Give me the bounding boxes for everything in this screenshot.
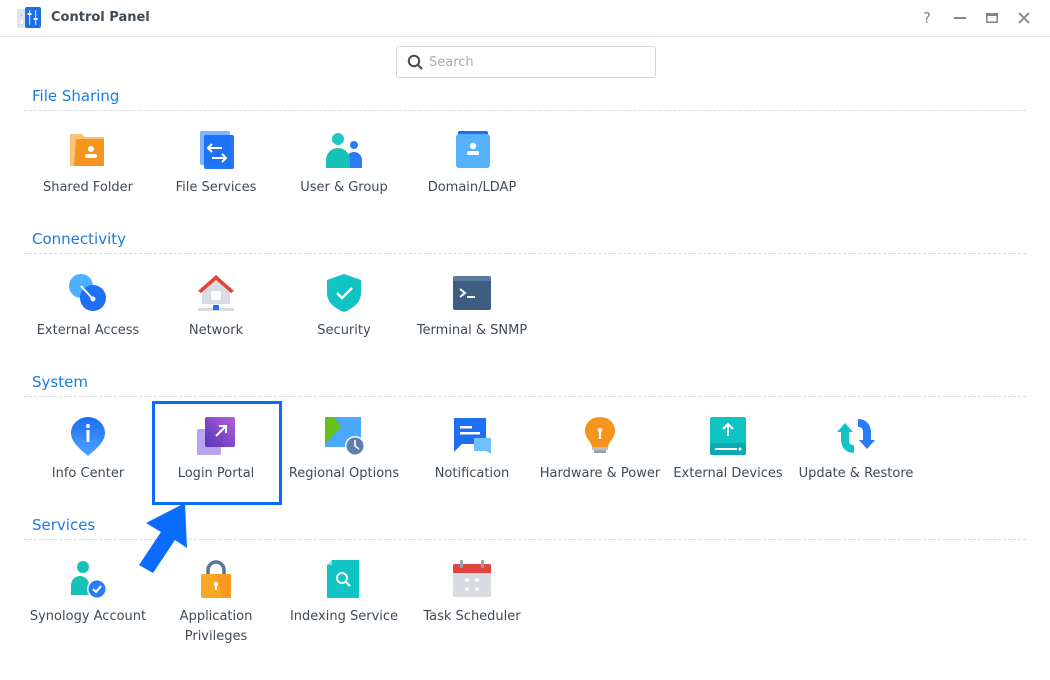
application-privileges-icon: [201, 560, 231, 598]
item-label: Info Center: [51, 466, 125, 481]
shared-folder-icon: [70, 134, 104, 166]
title-bar: Control Panel ?: [0, 0, 1050, 37]
search-box[interactable]: [396, 46, 656, 78]
section-title-system: System: [32, 373, 88, 391]
close-icon: [1018, 12, 1030, 24]
task-scheduler-icon: [453, 560, 491, 597]
item-label: Login Portal: [177, 466, 255, 481]
network-icon: [198, 275, 234, 311]
item-indexing-service[interactable]: Indexing Service: [280, 559, 408, 659]
regional-options-icon: [325, 417, 364, 456]
external-devices-icon: [710, 417, 746, 455]
item-label: Security: [317, 323, 371, 338]
section-divider: [24, 253, 1026, 254]
item-user-group[interactable]: User & Group: [280, 130, 408, 230]
item-label: Network: [188, 323, 244, 338]
item-network[interactable]: Network: [152, 273, 280, 373]
item-label: Notification: [434, 466, 510, 481]
hardware-power-icon: [585, 417, 615, 453]
item-label: Shared Folder: [42, 180, 134, 195]
item-external-access[interactable]: External Access: [24, 273, 152, 373]
item-label: Domain/LDAP: [427, 180, 517, 195]
maximize-button[interactable]: [983, 9, 1001, 27]
minimize-icon: [954, 17, 966, 19]
item-label: External Access: [36, 323, 140, 338]
item-notification[interactable]: Notification: [408, 416, 536, 516]
terminal-icon: [453, 276, 491, 310]
close-button[interactable]: [1015, 9, 1033, 27]
notification-icon: [454, 418, 491, 454]
item-label: Task Scheduler: [423, 609, 521, 624]
item-label: Update & Restore: [798, 466, 914, 481]
item-external-devices[interactable]: External Devices: [664, 416, 792, 516]
item-application-privileges[interactable]: Application Privileges: [152, 559, 280, 659]
item-label: Regional Options: [288, 466, 400, 481]
item-label: Synology Account: [29, 609, 147, 624]
search-icon: [407, 54, 423, 70]
domain-ldap-icon: [456, 131, 490, 168]
section-divider: [24, 539, 1026, 540]
item-security[interactable]: Security: [280, 273, 408, 373]
section-divider: [24, 110, 1026, 111]
item-label: External Devices: [673, 466, 783, 481]
item-label: Hardware & Power: [539, 466, 661, 481]
item-login-portal[interactable]: Login Portal: [152, 416, 280, 516]
update-restore-icon: [837, 419, 875, 453]
security-shield-icon: [327, 274, 361, 312]
info-center-icon: [71, 417, 105, 456]
item-file-services[interactable]: File Services: [152, 130, 280, 230]
item-label: Indexing Service: [289, 609, 399, 624]
maximize-icon: [986, 13, 998, 23]
user-group-icon: [326, 133, 362, 168]
item-hardware-power[interactable]: Hardware & Power: [536, 416, 664, 516]
section-title-connectivity: Connectivity: [32, 230, 126, 248]
login-portal-icon: [197, 417, 235, 455]
help-icon: ?: [923, 9, 931, 27]
file-services-icon: [200, 131, 234, 169]
item-info-center[interactable]: Info Center: [24, 416, 152, 516]
item-shared-folder[interactable]: Shared Folder: [24, 130, 152, 230]
item-label: Application Privileges: [179, 609, 253, 644]
item-synology-account[interactable]: Synology Account: [24, 559, 152, 659]
minimize-button[interactable]: [951, 9, 969, 27]
help-button[interactable]: ?: [918, 9, 936, 27]
item-update-restore[interactable]: Update & Restore: [792, 416, 920, 516]
section-title-services: Services: [32, 516, 96, 534]
window-title: Control Panel: [51, 10, 150, 25]
section-divider: [24, 396, 1026, 397]
item-label: File Services: [175, 180, 257, 195]
search-input[interactable]: [429, 51, 649, 73]
external-access-icon: [69, 274, 106, 311]
item-label: Terminal & SNMP: [416, 323, 528, 338]
item-task-scheduler[interactable]: Task Scheduler: [408, 559, 536, 659]
item-domain-ldap[interactable]: Domain/LDAP: [408, 130, 536, 230]
control-panel-app-icon: [17, 7, 41, 28]
synology-account-icon: [71, 561, 107, 599]
indexing-service-icon: [327, 560, 359, 598]
item-terminal-snmp[interactable]: Terminal & SNMP: [408, 273, 536, 373]
section-title-file-sharing: File Sharing: [32, 87, 120, 105]
item-label: User & Group: [300, 180, 388, 195]
item-regional-options[interactable]: Regional Options: [280, 416, 408, 516]
